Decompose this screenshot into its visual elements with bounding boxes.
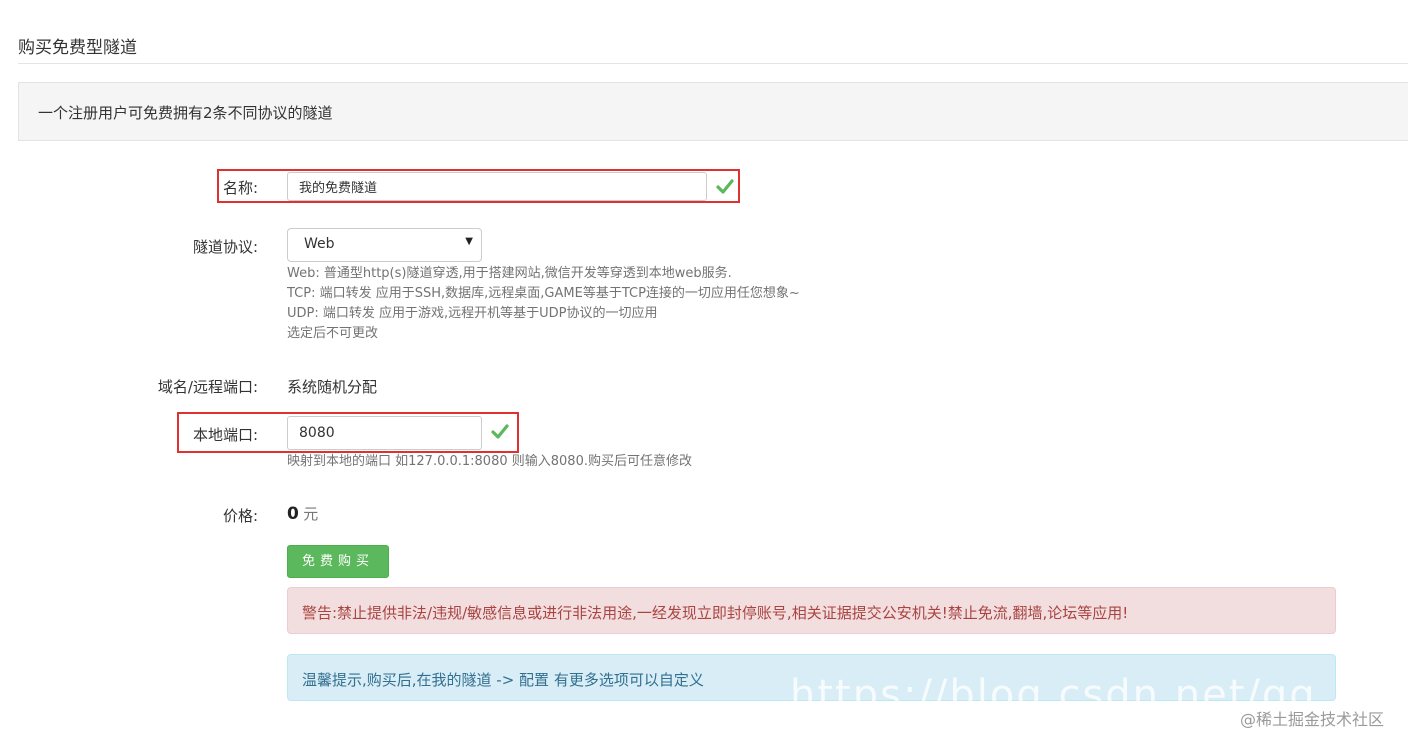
domain-value: 系统随机分配: [287, 378, 378, 396]
name-input[interactable]: [287, 172, 707, 201]
protocol-label: 隧道协议:: [192, 238, 258, 256]
protocol-select[interactable]: Web ▼: [287, 228, 482, 262]
protocol-help: Web: 普通型http(s)隧道穿透,用于搭建网站,微信开发等穿透到本地web…: [287, 264, 907, 344]
warning-alert-text: 警告:禁止提供非法/违规/敏感信息或进行非法用途,一经发现立即封停账号,相关证据…: [302, 604, 1129, 622]
protocol-help-line: UDP: 端口转发 应用于游戏,远程开机等基于UDP协议的一切应用: [287, 306, 658, 321]
brand-watermark: @稀土掘金技术社区: [1240, 710, 1385, 729]
check-icon: [491, 424, 509, 439]
check-icon: [716, 179, 734, 194]
local-port-label: 本地端口:: [192, 426, 258, 444]
protocol-select-value: Web: [304, 236, 335, 252]
price-display: 0 元: [287, 503, 318, 524]
local-port-help: 映射到本地的端口 如127.0.0.1:8080 则输入8080.购买后可任意修…: [287, 454, 692, 469]
price-unit: 元: [303, 505, 319, 523]
protocol-help-line: 选定后不可更改: [287, 326, 379, 341]
caret-down-icon: ▼: [465, 236, 473, 247]
title-divider: [18, 63, 1408, 64]
page-title: 购买免费型隧道: [18, 38, 137, 58]
free-quota-notice: 一个注册用户可免费拥有2条不同协议的隧道: [18, 82, 1408, 141]
protocol-help-line: Web: 普通型http(s)隧道穿透,用于搭建网站,微信开发等穿透到本地web…: [287, 266, 732, 281]
warning-alert: 警告:禁止提供非法/违规/敏感信息或进行非法用途,一经发现立即封停账号,相关证据…: [287, 587, 1336, 634]
local-port-input[interactable]: [287, 416, 482, 450]
free-buy-button[interactable]: 免费购买: [287, 545, 389, 578]
price-label: 价格:: [222, 507, 258, 525]
tip-alert-text: 温馨提示,购买后,在我的隧道 -> 配置 有更多选项可以自定义: [302, 671, 704, 689]
name-label: 名称:: [222, 179, 258, 197]
price-value: 0: [287, 504, 299, 524]
free-quota-notice-text: 一个注册用户可免费拥有2条不同协议的隧道: [38, 104, 333, 122]
domain-label: 域名/远程端口:: [157, 378, 258, 396]
protocol-help-line: TCP: 端口转发 应用于SSH,数据库,远程桌面,GAME等基于TCP连接的一…: [287, 286, 800, 301]
